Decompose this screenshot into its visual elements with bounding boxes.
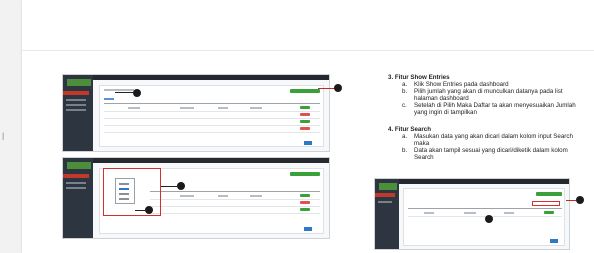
list-text: Pilih jumlah yang akan di munculkan data… — [414, 88, 563, 102]
section-heading: 4. Fitur Search — [388, 126, 431, 133]
sidebar-active-item — [63, 174, 89, 178]
action-button — [300, 106, 310, 109]
dropdown-option — [119, 183, 129, 185]
screenshot-topbar — [63, 75, 329, 80]
section-heading: 3. Fitur Show Entries — [388, 74, 450, 81]
list-item: a. Masukan data yang akan dicari dalam k… — [402, 133, 588, 147]
table-row — [150, 206, 320, 207]
screenshot-sidebar — [375, 179, 399, 249]
add-button — [290, 172, 320, 176]
screenshot-topbar — [375, 179, 569, 184]
screenshot-sidebar — [63, 75, 93, 151]
table-header-row — [408, 208, 562, 209]
list-text: Data akan tampil sesuai yang dicari/dike… — [414, 147, 568, 161]
table-cell — [180, 195, 194, 197]
list-item: a. Klik Show Entries pada dashboard — [402, 81, 588, 88]
list-marker: c. — [402, 102, 407, 109]
sidebar-item — [66, 104, 86, 106]
instruction-text: 3. Fitur Show Entries a. Klik Show Entri… — [388, 74, 588, 161]
arrow-line — [161, 186, 177, 187]
list-marker: b. — [402, 88, 408, 95]
arrow-line — [566, 200, 576, 201]
table-row — [104, 111, 320, 112]
action-button — [300, 120, 310, 123]
list-marker: a. — [402, 133, 408, 140]
callout-marker — [145, 206, 153, 214]
table-header-row — [150, 191, 320, 192]
table-cell — [464, 212, 476, 214]
action-button — [300, 113, 310, 116]
action-button — [300, 194, 310, 197]
table-row — [104, 118, 320, 119]
table-cell — [250, 195, 262, 197]
sidebar-item — [66, 99, 86, 101]
page-edge-mark: l — [2, 132, 5, 143]
table-row — [150, 213, 320, 214]
pagination — [550, 239, 558, 243]
add-button — [536, 192, 562, 196]
dropdown-option — [119, 188, 129, 190]
screenshot-topbar — [63, 158, 329, 163]
logo — [67, 79, 91, 86]
sidebar-active-item — [63, 91, 89, 95]
table-row — [104, 132, 320, 133]
panel-title — [104, 89, 134, 91]
action-button — [300, 127, 310, 130]
sidebar-item — [66, 109, 86, 111]
list-marker: b. — [402, 147, 408, 154]
sidebar-item — [66, 182, 86, 184]
table-cell — [424, 212, 434, 214]
add-button — [290, 89, 320, 93]
table-cell — [218, 107, 228, 109]
content-panel — [403, 188, 565, 246]
sidebar-item — [66, 187, 86, 189]
callout-marker — [133, 89, 141, 97]
logo — [67, 162, 91, 169]
table-cell — [128, 107, 140, 109]
pagination — [304, 227, 312, 231]
list-text: Setelah di Pilih Maka Daftar ta akan men… — [414, 102, 576, 116]
dropdown-option — [119, 198, 129, 200]
list-item: b. Data akan tampil sesuai yang dicari/d… — [402, 147, 588, 161]
screenshot-sidebar — [63, 158, 93, 238]
table-cell — [504, 212, 514, 214]
page-divider — [22, 50, 594, 51]
list-text: Klik Show Entries pada dashboard — [414, 81, 509, 88]
table-header-row — [104, 103, 320, 104]
list-item: b. Pilih jumlah yang akan di munculkan d… — [402, 88, 588, 102]
screenshot-show-entries-dropdown — [62, 157, 330, 239]
sidebar-active-item — [375, 193, 395, 197]
action-button — [544, 211, 554, 214]
list-item: c. Setelah di Pilih Maka Daftar ta akan … — [402, 102, 588, 116]
callout-marker — [485, 215, 493, 223]
list-marker: a. — [402, 81, 408, 88]
table-cell — [250, 107, 262, 109]
callout-marker — [334, 84, 342, 92]
search-input-highlight — [532, 201, 560, 206]
action-button — [300, 201, 310, 204]
arrow-line — [115, 92, 133, 93]
action-button — [300, 208, 310, 211]
screenshot-dashboard-show-entries — [62, 74, 330, 152]
table-cell — [180, 107, 194, 109]
list-text: Masukan data yang akan dicari dalam kolo… — [414, 133, 573, 147]
table-cell — [218, 195, 228, 197]
arrow-line — [135, 210, 145, 211]
logo — [379, 183, 397, 190]
table-row — [150, 199, 320, 200]
pagination — [304, 141, 312, 145]
callout-marker — [576, 196, 584, 204]
show-entries-select — [104, 98, 114, 100]
dropdown-option — [119, 193, 129, 195]
callout-marker — [177, 182, 185, 190]
sidebar-item — [378, 201, 392, 203]
screenshot-search — [374, 178, 570, 250]
table-row — [104, 125, 320, 126]
show-entries-dropdown — [115, 178, 135, 204]
